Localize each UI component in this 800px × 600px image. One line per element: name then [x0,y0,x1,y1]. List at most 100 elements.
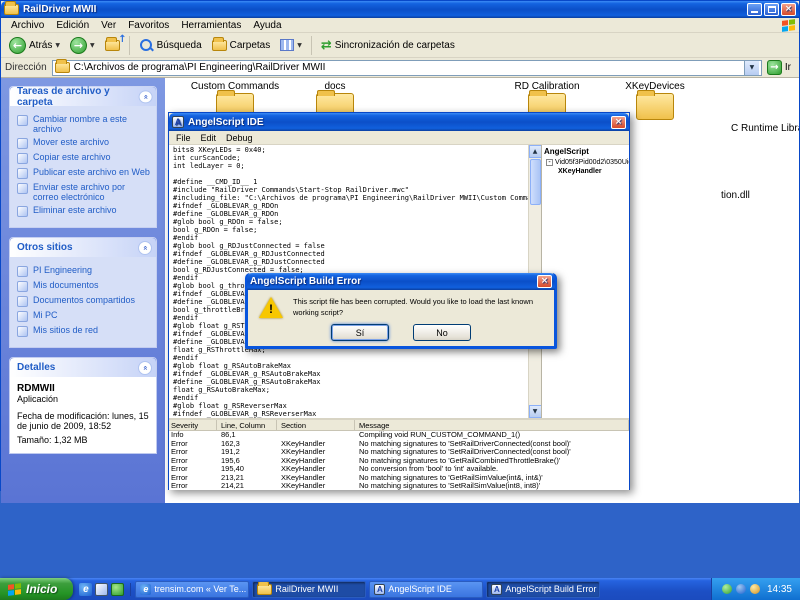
yes-button[interactable]: Sí [331,324,389,341]
place-link[interactable]: Mis sitios de red [17,325,152,337]
menu-item[interactable]: Ver [95,20,122,31]
ie-icon: e [140,584,151,595]
ide-close-button[interactable]: × [611,116,626,129]
place-link[interactable]: Mis documentos [17,280,152,292]
taskbar-button-trensim[interactable]: e trensim.com « Ver Te... [135,581,249,598]
ide-menu-item[interactable]: Debug [221,133,258,143]
folder-label: docs [289,81,381,92]
menu-item[interactable]: Herramientas [175,20,247,31]
place-label: Mis documentos [33,280,99,290]
task-link[interactable]: Publicar este archivo en Web [17,167,152,179]
error-row[interactable]: Error 195,6 XKeyHandler No matching sign… [169,457,629,466]
views-dropdown-icon: ▼ [297,42,302,49]
file-item-fragment[interactable]: tion.dll [721,190,750,201]
place-link[interactable]: PI Engineering [17,265,152,277]
code-line: #ifndef _GLOBLEVAR_g_RDOn [173,202,528,210]
up-button[interactable]: ↑ [101,39,124,52]
toolbar-separator [311,36,312,55]
quicklaunch-ie-icon[interactable]: e [79,583,92,596]
close-button[interactable]: × [781,3,796,16]
task-link[interactable]: Mover este archivo [17,137,152,149]
task-icon [17,115,28,126]
views-button[interactable]: ▼ [276,38,306,52]
no-button[interactable]: No [413,324,471,341]
code-line: #endif [173,354,528,362]
maximize-button[interactable] [764,3,779,16]
dialog-message: This script file has been corrupted. Wou… [293,297,546,318]
chevron-up-icon[interactable]: « [138,361,152,375]
box-title: Tareas de archivo y carpeta [17,86,139,108]
app-icon: A [491,584,502,595]
dialog-close-button[interactable]: × [537,275,552,288]
col-section[interactable]: Section [279,420,355,430]
tree-node-xkeyhandler[interactable]: XKeyHandler [558,168,627,175]
details-body: RDMWII Aplicación Fecha de modificación:… [10,377,156,453]
address-dropdown-button[interactable]: ▼ [744,61,759,75]
ide-titlebar[interactable]: A AngelScript IDE × [169,113,629,131]
address-input[interactable]: C:\Archivos de programa\PI Engineering\R… [52,60,762,76]
tree-collapse-icon[interactable]: - [546,159,553,166]
error-panel: Severity Line, Column Section Message In… [169,418,629,490]
tray-icon-2[interactable] [736,584,746,594]
ide-menu-item[interactable]: File [171,133,196,143]
explorer-titlebar[interactable]: RailDriver MWII × [1,1,799,18]
code-line: #ifndef _GLOBLEVAR_g_RSReverserMax [173,410,528,418]
taskbar-button-build-error[interactable]: A AngelScript Build Error [486,581,600,598]
error-row[interactable]: Error 214,21 XKeyHandler No matching sig… [169,482,629,490]
chevron-up-icon[interactable]: « [138,90,152,103]
sync-button[interactable]: ⇄ Sincronización de carpetas [317,38,459,53]
code-line: #glob bool g_RDJustConnected = false [173,242,528,250]
col-severity[interactable]: Severity [169,420,217,430]
task-link[interactable]: Eliminar este archivo [17,205,152,217]
task-link[interactable]: Cambiar nombre a este archivo [17,114,152,134]
scroll-down-icon[interactable]: ▼ [529,405,542,418]
error-row[interactable]: Error 191,2 XKeyHandler No matching sign… [169,448,629,457]
details-header[interactable]: Detalles « [10,358,156,377]
quicklaunch-show-desktop-icon[interactable] [95,583,108,596]
task-title: RailDriver MWII [275,584,338,594]
minimize-button[interactable] [747,3,762,16]
scroll-thumb[interactable] [530,159,541,205]
quicklaunch-msn-icon[interactable] [111,583,124,596]
other-places-header[interactable]: Otros sitios « [10,238,156,257]
file-item-fragment[interactable]: C Runtime Library [731,123,799,134]
taskbar-button-raildriver[interactable]: RailDriver MWII [252,581,366,598]
folders-button[interactable]: Carpetas [208,39,275,52]
go-button[interactable]: → Ir [767,60,795,75]
taskbar-button-ide[interactable]: A AngelScript IDE [369,581,483,598]
place-link[interactable]: Mi PC [17,310,152,322]
error-message: No conversion from 'bool' to 'int' avail… [357,465,629,474]
taskbar: Inicio e e trensim.com « Ver Te... RailD… [0,578,800,600]
chevron-up-icon[interactable]: « [138,241,152,255]
tree-node-device[interactable]: - Vid05f3Pid00d2\0350Uid [546,159,627,166]
back-button[interactable]: ← Atrás ▼ [5,36,64,55]
place-icon [17,266,28,277]
place-icon [17,311,28,322]
error-row[interactable]: Info 86,1 Compiling void RUN_CUSTOM_COMM… [169,431,629,440]
error-section: XKeyHandler [279,482,355,490]
file-tasks-header[interactable]: Tareas de archivo y carpeta « [10,87,156,106]
code-line: #endif [173,394,528,402]
scroll-up-icon[interactable]: ▲ [529,145,542,158]
error-row[interactable]: Error 213,21 XKeyHandler No matching sig… [169,474,629,483]
col-message[interactable]: Message [357,420,629,430]
menu-item[interactable]: Edición [50,20,95,31]
back-dropdown-icon[interactable]: ▼ [55,42,60,49]
error-row[interactable]: Error 162,3 XKeyHandler No matching sign… [169,440,629,449]
menu-item[interactable]: Ayuda [247,20,287,31]
menu-item[interactable]: Archivo [5,20,50,31]
dialog-titlebar[interactable]: AngelScript Build Error × [247,273,555,290]
tray-icon-1[interactable] [722,584,732,594]
search-button[interactable]: Búsqueda [135,37,206,54]
place-link[interactable]: Documentos compartidos [17,295,152,307]
task-link[interactable]: Copiar este archivo [17,152,152,164]
tray-icon-3[interactable] [750,584,760,594]
forward-dropdown-icon[interactable]: ▼ [90,42,95,49]
col-line[interactable]: Line, Column [219,420,277,430]
forward-button[interactable]: → ▼ [66,36,99,55]
start-button[interactable]: Inicio [0,578,73,600]
error-row[interactable]: Error 195,40 XKeyHandler No conversion f… [169,465,629,474]
ide-menu-item[interactable]: Edit [196,133,222,143]
task-link[interactable]: Enviar este archivo por correo electróni… [17,182,152,202]
menu-item[interactable]: Favoritos [122,20,175,31]
